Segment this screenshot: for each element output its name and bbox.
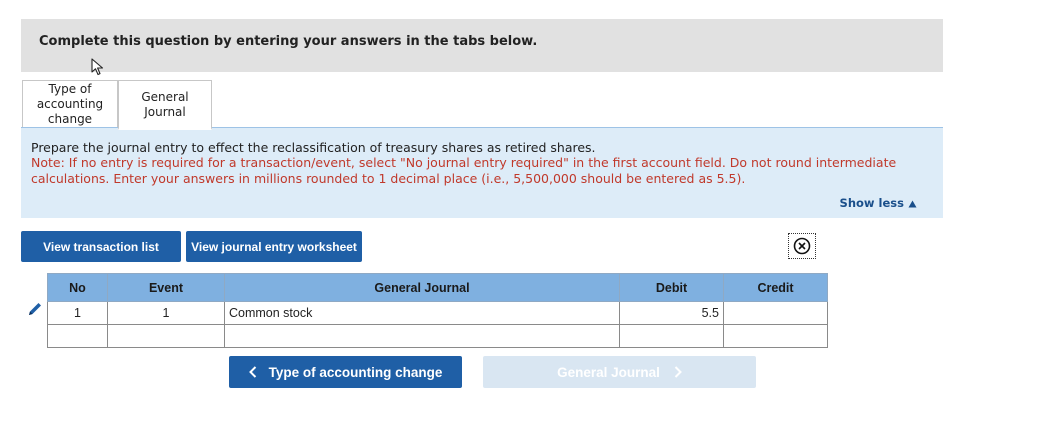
prev-tab-button[interactable]: Type of accounting change <box>229 356 462 388</box>
cell-event: 1 <box>107 301 225 325</box>
table-header-row: No Event General Journal Debit Credit <box>47 273 828 302</box>
pencil-icon[interactable] <box>26 302 44 318</box>
table-row: 1 1 Common stock 5.5 <box>47 301 828 325</box>
cell-debit[interactable]: 5.5 <box>619 301 724 325</box>
view-transaction-list-button[interactable]: View transaction list <box>21 231 181 262</box>
header-debit: Debit <box>619 273 724 302</box>
question-prompt: Prepare the journal entry to effect the … <box>31 140 596 155</box>
instruction-panel: Prepare the journal entry to effect the … <box>21 127 943 218</box>
cell-credit[interactable] <box>723 324 828 348</box>
table-row <box>47 324 828 348</box>
cell-account[interactable]: Common stock <box>224 301 620 325</box>
header-credit: Credit <box>723 273 828 302</box>
cell-credit[interactable] <box>723 301 828 325</box>
view-journal-entry-worksheet-button[interactable]: View journal entry worksheet <box>186 231 362 262</box>
instruction-bar: Complete this question by entering your … <box>21 19 943 72</box>
caret-up-icon <box>908 200 917 207</box>
chevron-right-icon <box>674 366 682 378</box>
tab-label: General Journal <box>141 89 189 119</box>
close-button[interactable] <box>788 233 816 259</box>
prev-tab-label: Type of accounting change <box>268 364 443 380</box>
journal-table: No Event General Journal Debit Credit 1 … <box>47 273 828 348</box>
close-icon <box>793 237 811 255</box>
instruction-text: Complete this question by entering your … <box>39 34 538 49</box>
show-less-label: Show less <box>839 196 904 210</box>
cell-no: 1 <box>47 301 108 325</box>
tab-type-of-accounting-change[interactable]: Type of accounting change <box>22 80 118 128</box>
header-event: Event <box>107 273 225 302</box>
question-note: Note: If no entry is required for a tran… <box>31 155 897 186</box>
cell-no <box>47 324 108 348</box>
cell-event <box>107 324 225 348</box>
show-less-link[interactable]: Show less <box>840 196 917 210</box>
cell-debit[interactable] <box>619 324 724 348</box>
header-general-journal: General Journal <box>224 273 620 302</box>
next-tab-label: General Journal <box>557 364 660 380</box>
tab-general-journal[interactable]: General Journal <box>118 80 212 130</box>
chevron-left-icon <box>248 366 256 378</box>
header-no: No <box>47 273 108 302</box>
next-tab-button: General Journal <box>483 356 756 388</box>
cursor-icon <box>91 58 104 76</box>
cell-account[interactable] <box>224 324 620 348</box>
tab-label: Type of accounting change <box>36 82 104 126</box>
